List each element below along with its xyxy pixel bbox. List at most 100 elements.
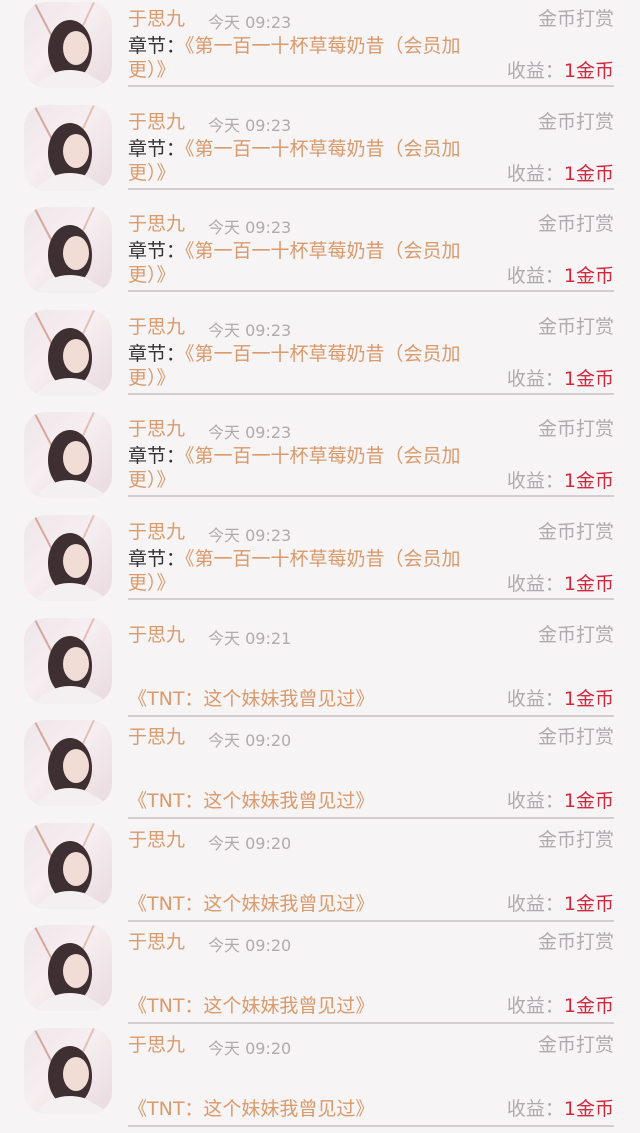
timestamp: 今天 09:23 <box>208 423 292 443</box>
divider <box>128 919 614 922</box>
chapter-prefix: 章节： <box>128 35 186 57</box>
avatar[interactable] <box>24 207 112 294</box>
book-title[interactable]: 《TNT：这个妹妹我曾见过》 <box>128 786 374 813</box>
item-content: 于思九 今天 09:20 金币打赏 《TNT：这个妹妹我曾见过》 收益：1金币 <box>128 1026 614 1120</box>
divider <box>128 817 614 820</box>
earning: 收益：1金币 <box>507 364 614 391</box>
item-content: 于思九 今天 09:21 金币打赏 《TNT：这个妹妹我曾见过》 收益：1金币 <box>128 616 614 710</box>
divider <box>128 495 614 498</box>
username[interactable]: 于思九 <box>128 620 185 647</box>
chapter-line[interactable]: 章节：《第一百一十杯草莓奶昔（会员加更）》 <box>128 444 488 492</box>
earning-label: 收益： <box>506 367 564 390</box>
timestamp: 今天 09:23 <box>208 320 292 340</box>
list-item[interactable]: 于思九 今天 09:21 金币打赏 《TNT：这个妹妹我曾见过》 收益：1金币 <box>0 616 640 719</box>
divider <box>128 392 614 395</box>
earning-label: 收益： <box>506 892 564 915</box>
divider <box>128 85 614 87</box>
chapter-prefix: 章节： <box>128 445 186 468</box>
username[interactable]: 于思九 <box>128 312 185 339</box>
timestamp: 今天 09:23 <box>208 525 292 545</box>
username[interactable]: 于思九 <box>128 927 185 954</box>
username[interactable]: 于思九 <box>128 1030 185 1057</box>
item-content: 于思九 今天 09:23 金币打赏 章节：《第一百一十杯草莓奶昔（会员加更）》 … <box>128 205 614 293</box>
username[interactable]: 于思九 <box>128 4 185 31</box>
tip-type: 金币打赏 <box>537 315 614 338</box>
timestamp: 今天 09:23 <box>208 115 292 135</box>
tip-type: 金币打赏 <box>537 623 614 646</box>
earning-value: 1金币 <box>563 265 614 288</box>
avatar[interactable] <box>24 925 112 1012</box>
item-content: 于思九 今天 09:23 金币打赏 章节：《第一百一十杯草莓奶昔（会员加更）》 … <box>128 410 614 498</box>
avatar[interactable] <box>24 1027 112 1114</box>
earning-value: 1金币 <box>563 1097 614 1120</box>
username[interactable]: 于思九 <box>128 825 185 852</box>
list-item[interactable]: 于思九 今天 09:20 金币打赏 《TNT：这个妹妹我曾见过》 收益：1金币 <box>0 718 640 821</box>
divider <box>128 1124 614 1127</box>
earning-label: 收益： <box>506 995 564 1018</box>
tip-record-list: 于思九 今天 09:23 金币打赏 章节：《第一百一十杯草莓奶昔（会员加更）》 … <box>0 0 640 1129</box>
earning: 收益：1金币 <box>507 991 614 1018</box>
chapter-line[interactable]: 章节：《第一百一十杯草莓奶昔（会员加更）》 <box>128 239 488 287</box>
tip-type: 金币打赏 <box>537 931 614 954</box>
earning: 收益：1金币 <box>507 56 614 83</box>
book-title[interactable]: 《TNT：这个妹妹我曾见过》 <box>128 991 374 1018</box>
earning: 收益：1金币 <box>507 889 614 916</box>
avatar[interactable] <box>24 822 112 909</box>
earning-value: 1金币 <box>563 470 614 493</box>
chapter-line[interactable]: 章节：《第一百一十杯草莓奶昔（会员加更）》 <box>128 137 488 185</box>
username[interactable]: 于思九 <box>128 209 185 236</box>
avatar[interactable] <box>24 720 112 807</box>
username[interactable]: 于思九 <box>128 517 185 544</box>
earning-label: 收益： <box>506 470 564 493</box>
tip-type: 金币打赏 <box>537 418 614 441</box>
avatar[interactable] <box>24 514 112 601</box>
list-item[interactable]: 于思九 今天 09:23 金币打赏 章节：《第一百一十杯草莓奶昔（会员加更）》 … <box>0 410 640 513</box>
divider <box>128 1022 614 1025</box>
list-item[interactable]: 于思九 今天 09:23 金币打赏 章节：《第一百一十杯草莓奶昔（会员加更）》 … <box>0 513 640 616</box>
avatar[interactable] <box>24 104 112 191</box>
list-item[interactable]: 于思九 今天 09:23 金币打赏 章节：《第一百一十杯草莓奶昔（会员加更）》 … <box>0 103 640 206</box>
avatar[interactable] <box>24 617 112 704</box>
item-content: 于思九 今天 09:23 金币打赏 章节：《第一百一十杯草莓奶昔（会员加更）》 … <box>128 308 614 396</box>
earning-label: 收益： <box>506 790 564 813</box>
earning: 收益：1金币 <box>507 786 614 813</box>
earning-value: 1金币 <box>563 572 614 595</box>
chapter-line[interactable]: 章节：《第一百一十杯草莓奶昔（会员加更）》 <box>128 34 488 82</box>
earning: 收益：1金币 <box>507 261 614 288</box>
earning-label: 收益： <box>506 572 564 595</box>
username[interactable]: 于思九 <box>128 722 185 749</box>
item-content: 于思九 今天 09:20 金币打赏 《TNT：这个妹妹我曾见过》 收益：1金币 <box>128 923 614 1017</box>
earning-label: 收益： <box>506 162 564 185</box>
book-title[interactable]: 《TNT：这个妹妹我曾见过》 <box>128 1094 374 1121</box>
list-item[interactable]: 于思九 今天 09:20 金币打赏 《TNT：这个妹妹我曾见过》 收益：1金币 <box>0 923 640 1026</box>
list-item[interactable]: 于思九 今天 09:23 金币打赏 章节：《第一百一十杯草莓奶昔（会员加更）》 … <box>0 205 640 308</box>
chapter-prefix: 章节： <box>128 240 186 263</box>
timestamp: 今天 09:20 <box>208 833 292 853</box>
tip-type: 金币打赏 <box>537 726 614 749</box>
earning-label: 收益： <box>506 60 564 82</box>
list-item[interactable]: 于思九 今天 09:23 金币打赏 章节：《第一百一十杯草莓奶昔（会员加更）》 … <box>0 0 640 103</box>
timestamp: 今天 09:20 <box>208 936 292 956</box>
book-title[interactable]: 《TNT：这个妹妹我曾见过》 <box>128 684 374 711</box>
tip-type: 金币打赏 <box>537 213 614 236</box>
chapter-line[interactable]: 章节：《第一百一十杯草莓奶昔（会员加更）》 <box>128 547 488 595</box>
chapter-prefix: 章节： <box>128 547 186 570</box>
chapter-prefix: 章节： <box>128 137 186 160</box>
tip-type: 金币打赏 <box>537 8 614 30</box>
list-item[interactable]: 于思九 今天 09:20 金币打赏 《TNT：这个妹妹我曾见过》 收益：1金币 <box>0 1026 640 1129</box>
tip-type: 金币打赏 <box>537 110 614 133</box>
avatar[interactable] <box>24 309 112 396</box>
earning-value: 1金币 <box>563 790 614 813</box>
earning: 收益：1金币 <box>507 466 614 493</box>
avatar[interactable] <box>24 2 112 88</box>
chapter-line[interactable]: 章节：《第一百一十杯草莓奶昔（会员加更）》 <box>128 342 488 390</box>
earning-label: 收益： <box>506 265 564 288</box>
earning-value: 1金币 <box>563 687 614 710</box>
username[interactable]: 于思九 <box>128 107 185 134</box>
list-item[interactable]: 于思九 今天 09:20 金币打赏 《TNT：这个妹妹我曾见过》 收益：1金币 <box>0 821 640 924</box>
username[interactable]: 于思九 <box>128 414 185 441</box>
avatar[interactable] <box>24 412 112 499</box>
book-title[interactable]: 《TNT：这个妹妹我曾见过》 <box>128 889 374 916</box>
timestamp: 今天 09:20 <box>208 1038 292 1058</box>
list-item[interactable]: 于思九 今天 09:23 金币打赏 章节：《第一百一十杯草莓奶昔（会员加更）》 … <box>0 308 640 411</box>
